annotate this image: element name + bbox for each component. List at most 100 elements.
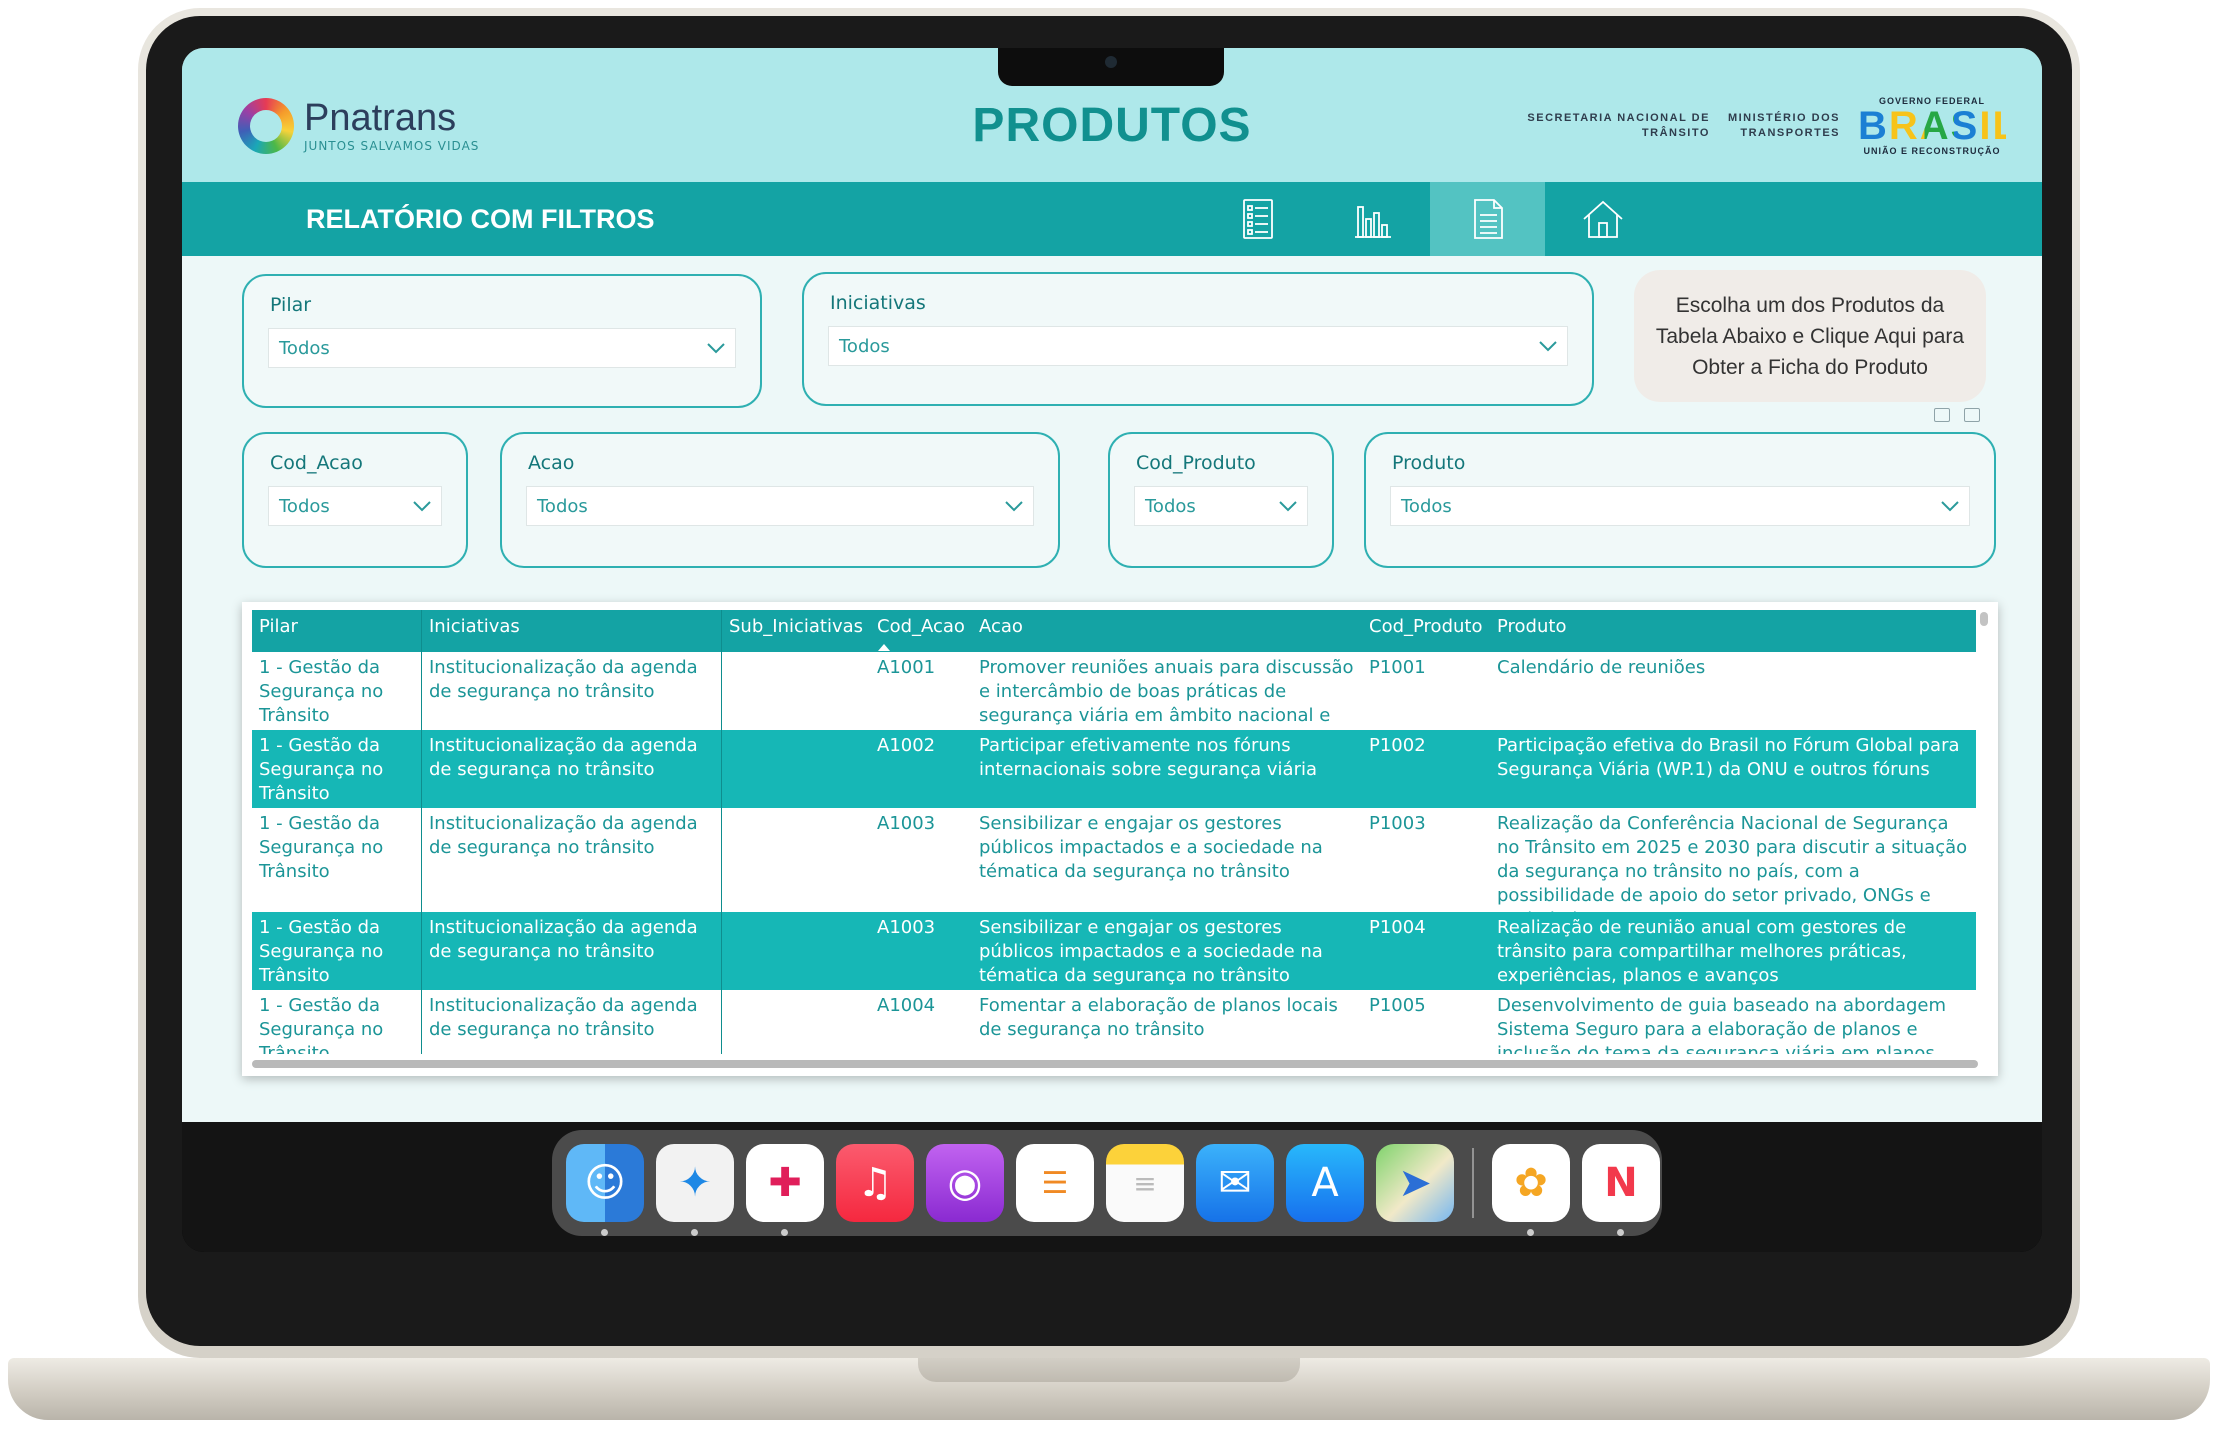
cell-cod-acao: A1004 <box>877 995 936 1016</box>
table-row[interactable]: 1 - Gestão da Segurança no Trânsito Inst… <box>252 990 1976 1054</box>
acao-value: Todos <box>537 495 588 517</box>
cell-cod-produto: P1005 <box>1369 995 1426 1016</box>
nav-chart-button[interactable] <box>1315 182 1430 256</box>
cell-cod-produto: P1003 <box>1369 813 1426 834</box>
safari-icon[interactable]: ✦ <box>656 1144 734 1236</box>
cell-sub-iniciativas <box>722 730 870 808</box>
app-store-icon[interactable]: A <box>1286 1144 1364 1222</box>
visual-header-icons <box>1934 408 1980 422</box>
cell-produto: Calendário de reuniões <box>1497 657 1706 678</box>
cell-acao: Sensibilizar e engajar os gestores públi… <box>979 813 1323 882</box>
column-header-cod-produto[interactable]: Cod_Produto <box>1362 610 1490 652</box>
cell-sub-iniciativas <box>722 652 870 730</box>
filter-icon[interactable] <box>1934 408 1950 422</box>
secretaria-line-2: TRÂNSITO <box>1641 127 1710 139</box>
mail-icon[interactable]: ✉ <box>1196 1144 1274 1222</box>
camera-icon <box>1105 56 1117 68</box>
column-header-cod-acao[interactable]: Cod_Acao <box>870 610 972 652</box>
nav-home-button[interactable] <box>1545 182 1660 256</box>
cell-acao: Fomentar a elaboração de planos locais d… <box>979 995 1338 1040</box>
screen: Pnatrans JUNTOS SALVAMOS VIDAS PRODUTOS … <box>182 48 2042 1252</box>
ficha-produto-button[interactable]: Escolha um dos Produtos da Tabela Abaixo… <box>1634 270 1986 402</box>
column-header-iniciativas[interactable]: Iniciativas <box>422 610 722 652</box>
column-header-acao[interactable]: Acao <box>972 610 1362 652</box>
cell-pilar: 1 - Gestão da Segurança no Trânsito <box>252 808 422 912</box>
cell-cod-acao: A1003 <box>877 917 936 938</box>
secretaria-line-1: SECRETARIA NACIONAL DE <box>1527 112 1710 124</box>
finder-icon[interactable]: ☺ <box>566 1144 644 1236</box>
running-indicator <box>1617 1229 1624 1236</box>
pilar-label: Pilar <box>270 294 312 316</box>
cell-acao: Promover reuniões anuais para discussão … <box>979 657 1354 730</box>
pilar-dropdown[interactable]: Todos <box>268 328 736 368</box>
chevron-down-icon <box>413 501 431 512</box>
table-header: Pilar Iniciativas Sub_Iniciativas Cod_Ac… <box>252 610 1976 652</box>
nav-report-button[interactable] <box>1430 182 1545 256</box>
cod-produto-slicer: Cod_Produto Todos <box>1108 432 1334 568</box>
cell-cod-produto: P1001 <box>1369 657 1426 678</box>
acao-slicer: Acao Todos <box>500 432 1060 568</box>
cod-acao-dropdown[interactable]: Todos <box>268 486 442 526</box>
chevron-down-icon <box>1005 501 1023 512</box>
podcasts-icon[interactable]: ◉ <box>926 1144 1004 1222</box>
horizontal-scrollbar[interactable] <box>252 1060 1978 1068</box>
cell-pilar: 1 - Gestão da Segurança no Trânsito <box>252 912 422 990</box>
column-header-sub-iniciativas[interactable]: Sub_Iniciativas <box>722 610 870 652</box>
cell-iniciativas: Institucionalização da agenda de seguran… <box>422 808 722 912</box>
nav-list-button[interactable] <box>1200 182 1315 256</box>
produto-value: Todos <box>1401 495 1452 517</box>
pilar-slicer: Pilar Todos <box>242 274 762 408</box>
pilar-value: Todos <box>279 337 330 359</box>
table-row[interactable]: 1 - Gestão da Segurança no Trânsito Inst… <box>252 652 1976 730</box>
focus-mode-icon[interactable] <box>1964 408 1980 422</box>
acao-dropdown[interactable]: Todos <box>526 486 1034 526</box>
desktop-dock-area: ☺ ✦ ✚ ♫ ◉ ☰ ≡ ✉ A ➤ ✿ N <box>182 1122 2042 1252</box>
subheader-bar: RELATÓRIO COM FILTROS <box>182 182 2042 256</box>
slack-icon[interactable]: ✚ <box>746 1144 824 1236</box>
cod-produto-value: Todos <box>1145 495 1196 517</box>
table-row[interactable]: 1 - Gestão da Segurança no Trânsito Inst… <box>252 912 1976 990</box>
cod-acao-label: Cod_Acao <box>270 452 363 474</box>
chevron-down-icon <box>1279 501 1297 512</box>
document-icon <box>1473 199 1503 239</box>
running-indicator <box>601 1229 608 1236</box>
ministerio-line-2: TRANSPORTES <box>1740 127 1840 139</box>
cod-produto-label: Cod_Produto <box>1136 452 1256 474</box>
notes-icon[interactable]: ≡ <box>1106 1144 1184 1222</box>
cell-acao: Sensibilizar e engajar os gestores públi… <box>979 917 1323 986</box>
iniciativas-value: Todos <box>839 335 890 357</box>
maps-icon[interactable]: ➤ <box>1376 1144 1454 1222</box>
cell-cod-acao: A1001 <box>877 657 936 678</box>
produto-dropdown[interactable]: Todos <box>1390 486 1970 526</box>
table-row[interactable]: 1 - Gestão da Segurança no Trânsito Inst… <box>252 808 1976 912</box>
cod-acao-slicer: Cod_Acao Todos <box>242 432 468 568</box>
iniciativas-label: Iniciativas <box>830 292 926 314</box>
cod-produto-dropdown[interactable]: Todos <box>1134 486 1308 526</box>
cod-acao-value: Todos <box>279 495 330 517</box>
news-icon[interactable]: N <box>1582 1144 1660 1236</box>
cod-acao-header-text: Cod_Acao <box>877 616 965 637</box>
vertical-scrollbar[interactable] <box>1980 612 1988 626</box>
photos-icon[interactable]: ✿ <box>1492 1144 1570 1236</box>
chevron-down-icon <box>1941 501 1959 512</box>
running-indicator <box>691 1229 698 1236</box>
iniciativas-slicer: Iniciativas Todos <box>802 272 1594 406</box>
music-icon[interactable]: ♫ <box>836 1144 914 1222</box>
report-page: Pnatrans JUNTOS SALVAMOS VIDAS PRODUTOS … <box>182 48 2042 1122</box>
cell-produto: Desenvolvimento de guia baseado na abord… <box>1497 995 1947 1054</box>
cell-pilar: 1 - Gestão da Segurança no Trânsito <box>252 990 422 1054</box>
laptop-base-notch <box>918 1358 1300 1382</box>
cell-cod-acao: A1003 <box>877 813 936 834</box>
cell-iniciativas: Institucionalização da agenda de seguran… <box>422 652 722 730</box>
reminders-icon[interactable]: ☰ <box>1016 1144 1094 1222</box>
column-header-pilar[interactable]: Pilar <box>252 610 422 652</box>
brasil-wordmark: BRASIL <box>1858 104 2019 148</box>
gov-logos: SECRETARIA NACIONAL DE TRÂNSITO MINISTÉR… <box>1527 96 2019 156</box>
column-header-produto[interactable]: Produto <box>1490 610 1976 652</box>
bar-chart-icon <box>1354 206 1391 238</box>
iniciativas-dropdown[interactable]: Todos <box>828 326 1568 366</box>
cell-sub-iniciativas <box>722 912 870 990</box>
camera-notch <box>998 48 1224 86</box>
table-row[interactable]: 1 - Gestão da Segurança no Trânsito Inst… <box>252 730 1976 808</box>
cell-cod-produto: P1004 <box>1369 917 1426 938</box>
